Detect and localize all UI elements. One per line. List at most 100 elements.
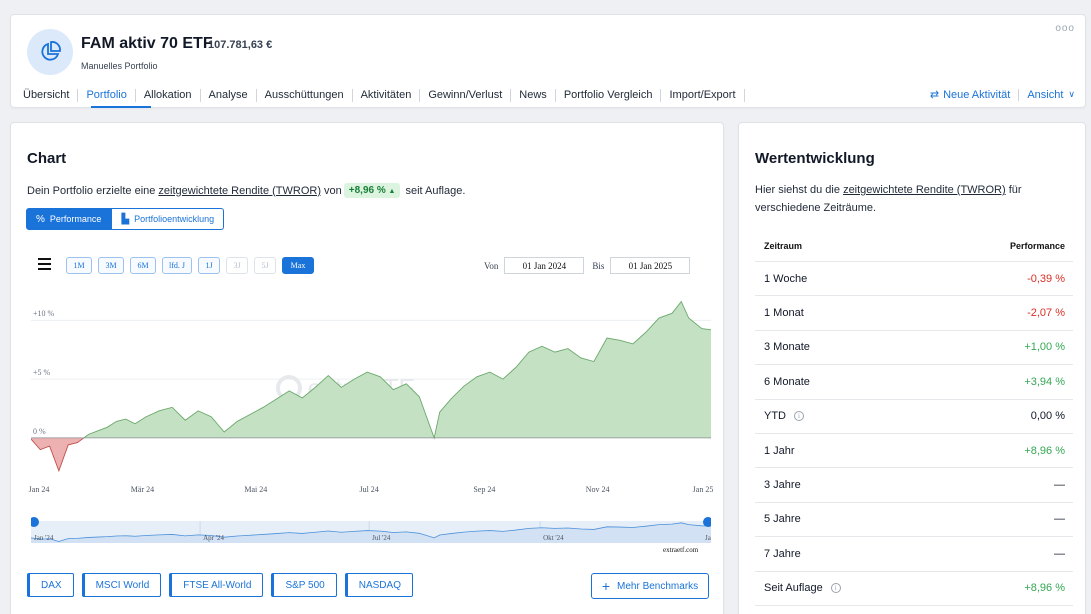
- performance-chart[interactable]: extraETF: [31, 291, 711, 479]
- performance-row: 3 Monate +1,00 %: [755, 331, 1073, 366]
- x-tick-label: Sep 24: [473, 485, 496, 494]
- portfolio-name: FAM aktiv 70 ETF: [81, 35, 213, 52]
- development-toggle-button[interactable]: ▙ Portfolioentwicklung: [111, 208, 225, 230]
- performance-row: YTD i 0,00 %: [755, 400, 1073, 434]
- navigator-label: Jul '24: [372, 534, 391, 542]
- period-label: 7 Jahre: [764, 548, 801, 560]
- performance-value: +8,96 %: [1024, 582, 1065, 595]
- navigator-label: Apr '24: [203, 534, 224, 542]
- desc-mid: von: [324, 184, 342, 197]
- percent-icon: %: [36, 213, 45, 225]
- portfolio-type: Manuelles Portfolio: [81, 61, 158, 71]
- info-icon[interactable]: i: [794, 411, 804, 422]
- to-date-input[interactable]: 01 Jan 2025: [610, 257, 691, 274]
- range-button-3j[interactable]: 3J: [226, 257, 248, 274]
- tab-ausschüttungen[interactable]: Ausschüttungen: [257, 88, 353, 102]
- active-tab-indicator: [91, 106, 151, 108]
- chart-card: Chart Dein Portfolio erzielte eine zeitg…: [10, 122, 724, 614]
- performance-row: Seit Auflage i +8,96 %: [755, 572, 1073, 606]
- performance-value: +8,96 %: [1024, 444, 1065, 457]
- benchmark-button[interactable]: DAX: [27, 573, 74, 597]
- performance-value: 0,00 %: [1030, 410, 1065, 423]
- performance-value: —: [1054, 547, 1065, 560]
- benchmark-button[interactable]: MSCI World: [81, 573, 162, 597]
- info-icon[interactable]: i: [830, 583, 841, 594]
- x-tick-label: Jul 24: [359, 485, 379, 494]
- portfolio-tabs: Übersicht Portfolio Allokation Analyse Aussc…: [21, 87, 745, 103]
- tab-analyse[interactable]: Analyse: [201, 88, 257, 102]
- perf-twror-link[interactable]: zeitgewichtete Rendite (TWROR): [843, 184, 1006, 196]
- performance-description: Hier siehst du die zeitgewichtete Rendit…: [755, 181, 1065, 217]
- date-range: Von 01 Jan 2024 Bis 01 Jan 2025: [484, 257, 691, 274]
- range-button-1j[interactable]: 1J: [198, 257, 220, 274]
- positive-area: [31, 301, 711, 438]
- return-value: +8,96 %: [348, 185, 386, 196]
- twror-link[interactable]: zeitgewichtete Rendite (TWROR): [158, 185, 321, 197]
- table-header: Zeitraum Performance: [755, 231, 1073, 262]
- tab-portfolio-vergleich[interactable]: Portfolio Vergleich: [556, 88, 662, 102]
- period-text: 3 Monate: [764, 341, 810, 354]
- performance-toggle-button[interactable]: % Performance: [26, 208, 112, 230]
- period-text: 1 Monat: [764, 307, 804, 320]
- pie-chart-icon: [27, 29, 73, 75]
- benchmark-button[interactable]: S&P 500: [271, 573, 337, 597]
- range-navigator[interactable]: [31, 515, 711, 547]
- performance-value: -0,39 %: [1027, 272, 1065, 285]
- tab-portfolio[interactable]: Portfolio: [78, 88, 136, 102]
- performance-value: +1,00 %: [1024, 341, 1065, 354]
- range-button-max[interactable]: Max: [282, 257, 314, 274]
- performance-value: —: [1054, 479, 1065, 492]
- period-label: 3 Monate: [764, 341, 810, 353]
- benchmark-button[interactable]: NASDAQ: [344, 573, 413, 597]
- period-label: 1 Woche: [764, 273, 807, 285]
- tab-import-export[interactable]: Import/Export: [661, 88, 745, 102]
- from-date-input[interactable]: 01 Jan 2024: [504, 257, 585, 274]
- col-performance: Performance: [1009, 241, 1065, 251]
- x-tick-label: Mai 24: [244, 485, 268, 494]
- chart-heading: Chart: [27, 150, 67, 167]
- from-label: Von: [484, 260, 499, 271]
- range-button-6m[interactable]: 6M: [130, 257, 156, 274]
- x-axis: Jan 24 Mär 24 Mai 24 Jul 24 Sep 24 Nov 24 Jan …: [11, 485, 725, 497]
- tab-news[interactable]: News: [511, 88, 556, 102]
- chart-mode-toggle: % Performance ▙ Portfolioentwicklung: [26, 208, 225, 230]
- x-tick-label: Mär 24: [130, 485, 155, 494]
- range-button-5j[interactable]: 5J: [254, 257, 276, 274]
- tab-gewinn-verlust[interactable]: Gewinn/Verlust: [420, 88, 512, 102]
- plus-icon: +: [601, 578, 611, 594]
- desc-prefix: Dein Portfolio erzielte eine: [27, 184, 156, 197]
- performance-card: Wertentwicklung Hier siehst du die zeitg…: [738, 122, 1086, 614]
- arrow-up-icon: ▲: [388, 188, 396, 195]
- hamburger-menu-icon[interactable]: [38, 258, 51, 273]
- range-button-3m[interactable]: 3M: [98, 257, 124, 274]
- benchmark-button[interactable]: FTSE All-World: [169, 573, 264, 597]
- desc-suffix: seit Auflage.: [405, 184, 466, 197]
- navigator-label: Jan '24: [34, 534, 54, 542]
- range-button-1m[interactable]: 1M: [66, 257, 92, 274]
- performance-heading: Wertentwicklung: [755, 150, 875, 167]
- more-benchmarks-button[interactable]: + Mehr Benchmarks: [591, 573, 709, 599]
- view-dropdown[interactable]: Ansicht: [1027, 89, 1063, 101]
- chevron-down-icon[interactable]: ∨: [1068, 89, 1075, 100]
- performance-rows: 1 Woche -0,39 % 1 Monat -2,07 % 3 Monate +1,0…: [755, 262, 1073, 606]
- navigator-label: Ja: [705, 534, 711, 542]
- tab-übersicht[interactable]: Übersicht: [21, 88, 79, 102]
- performance-value: —: [1054, 513, 1065, 526]
- period-text: 1 Jahr: [764, 444, 795, 457]
- x-tick-label: Jan 24: [28, 485, 50, 494]
- period-label: 3 Jahre: [764, 479, 801, 491]
- performance-row: 1 Monat -2,07 %: [755, 296, 1073, 331]
- more-options-icon[interactable]: ooo: [1055, 23, 1075, 34]
- range-button-lfdj[interactable]: lfd. J: [162, 257, 192, 274]
- bar-chart-icon: ▙: [121, 213, 130, 225]
- performance-value: +3,94 %: [1024, 375, 1065, 388]
- period-label: 1 Monat: [764, 307, 804, 319]
- tab-allokation[interactable]: Allokation: [136, 88, 201, 102]
- new-activity-link[interactable]: Neue Aktivität: [943, 89, 1010, 101]
- tab-aktivitäten[interactable]: Aktivitäten: [353, 88, 421, 102]
- perf-desc-prefix: Hier siehst du die: [755, 184, 840, 196]
- period-label: Seit Auflage i: [764, 582, 841, 594]
- period-text: 6 Monate: [764, 375, 810, 388]
- period-text: 1 Woche: [764, 272, 808, 285]
- more-benchmarks-label: Mehr Benchmarks: [617, 580, 699, 592]
